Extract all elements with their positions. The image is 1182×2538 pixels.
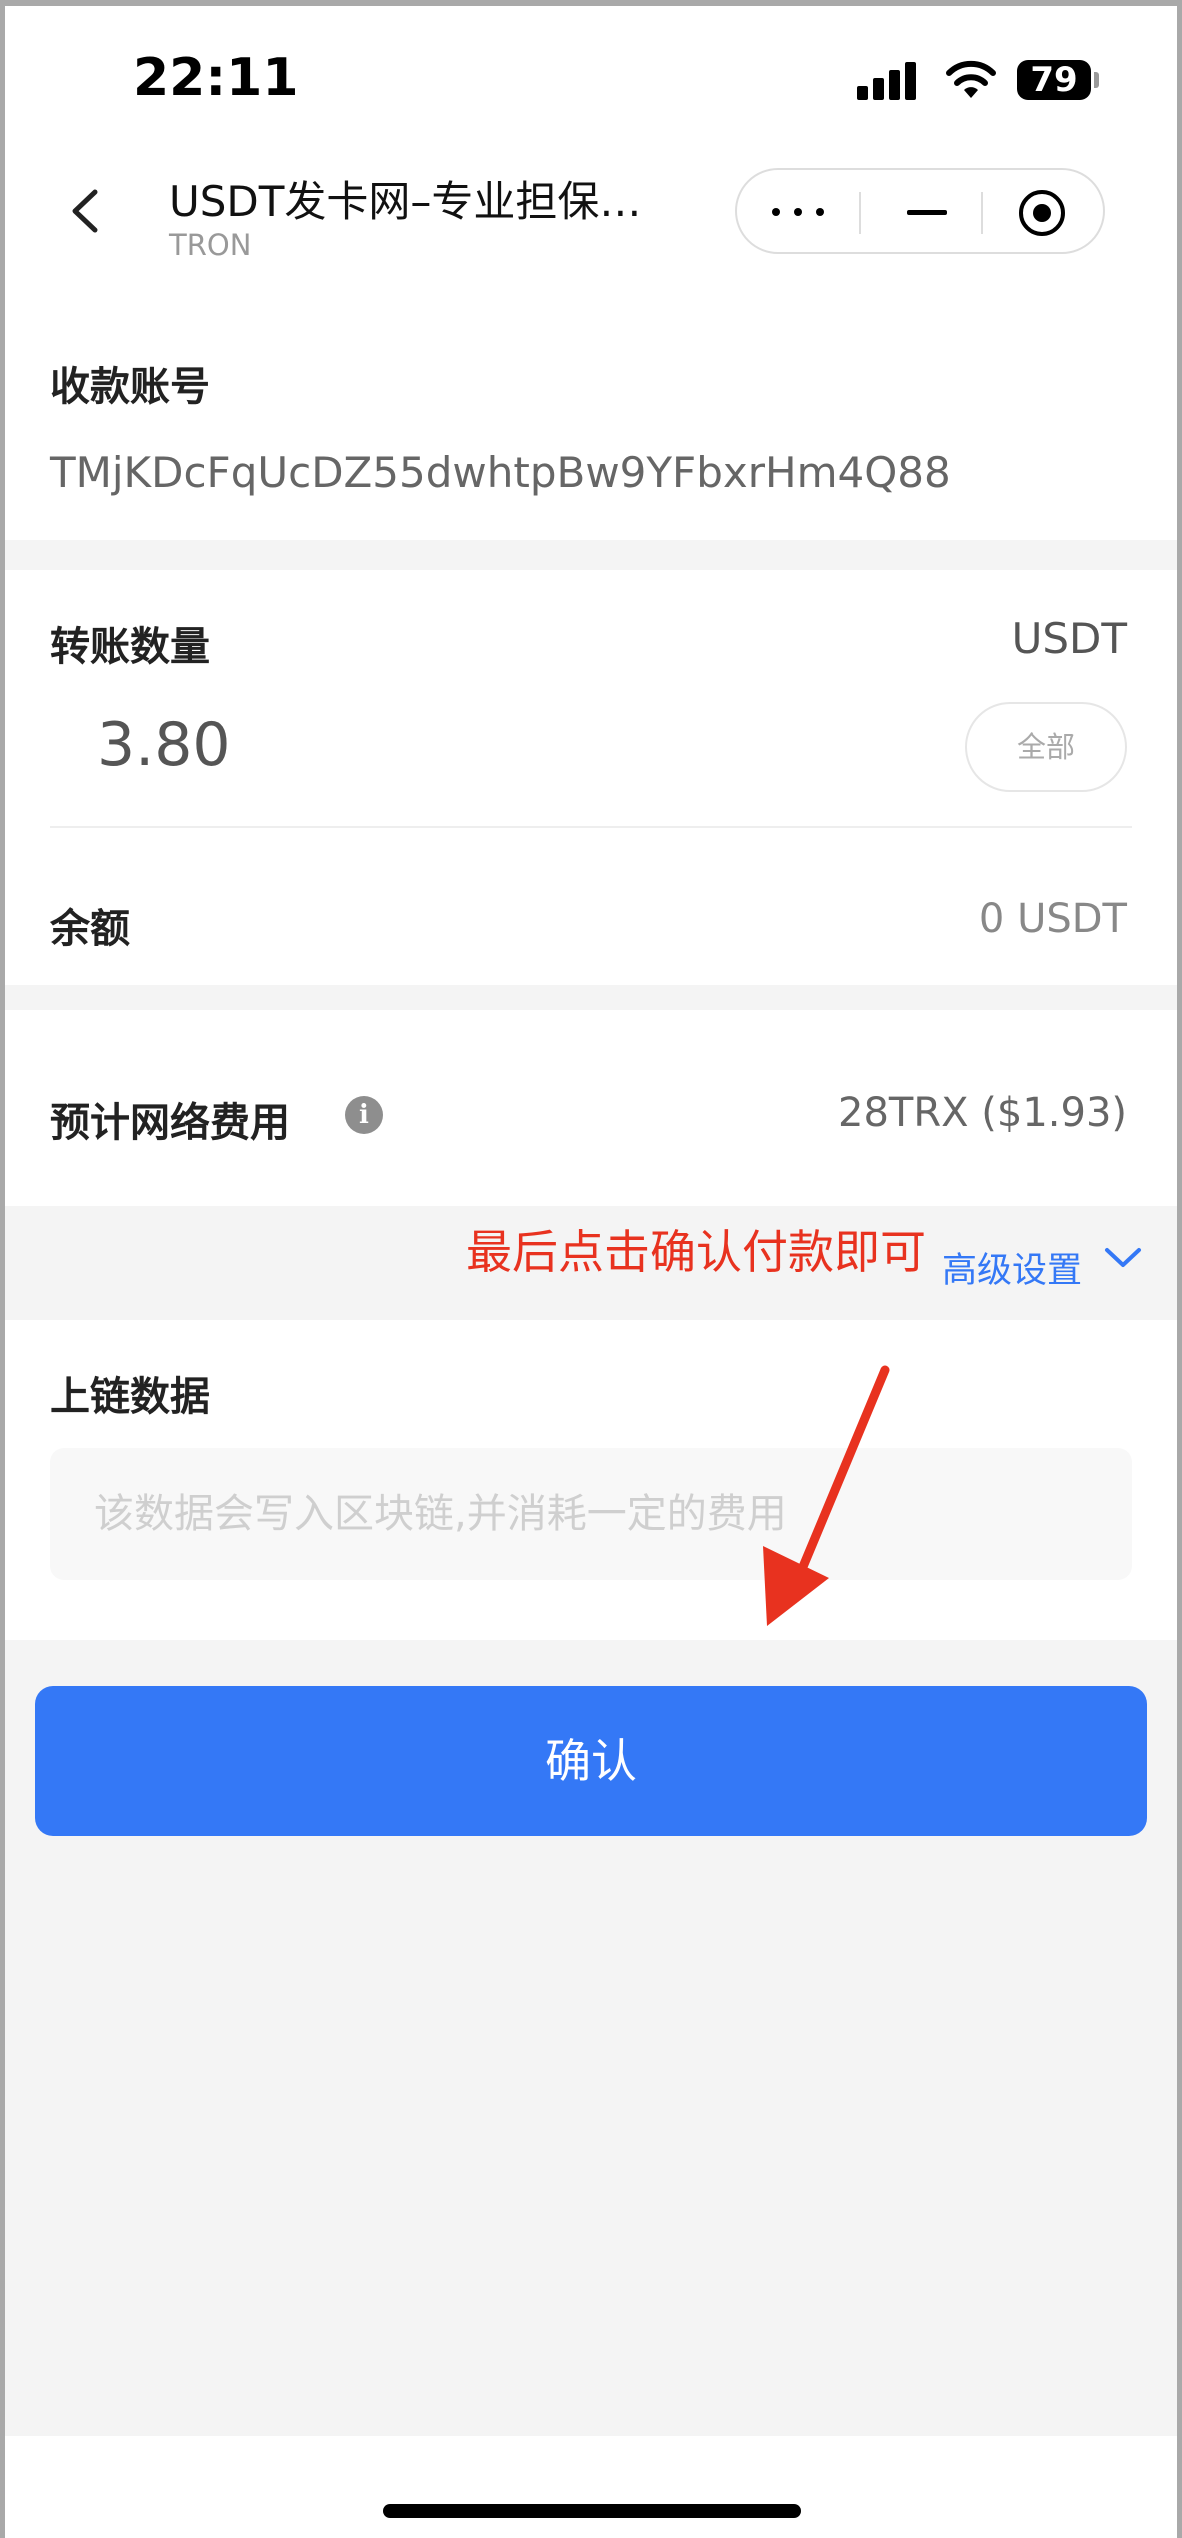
close-target-icon[interactable] xyxy=(1019,190,1065,236)
receiver-label: 收款账号 xyxy=(50,364,210,410)
page-subtitle: TRON xyxy=(169,228,252,262)
advanced-row: 最后点击确认付款即可 高级设置 xyxy=(5,1206,1177,1320)
transfer-label: 转账数量 xyxy=(50,624,210,670)
status-time: 22:11 xyxy=(133,48,299,108)
balance-label: 余额 xyxy=(50,906,130,952)
home-indicator xyxy=(383,2504,801,2518)
bottom-area xyxy=(5,2436,1177,2538)
fee-card: 预计网络费用 i 28TRX ($1.93) xyxy=(5,1010,1177,1206)
divider xyxy=(50,826,1132,828)
receiver-address: TMjKDcFqUcDZ55dwhtpBw9YFbxrHm4Q88 xyxy=(50,448,951,497)
top-bar: 22:11 79 USDT发卡网–专业担保… TRON xyxy=(5,6,1177,306)
chain-data-card: 上链数据 xyxy=(5,1320,1177,1640)
all-button[interactable]: 全部 xyxy=(965,702,1127,792)
receiver-card: 收款账号 TMjKDcFqUcDZ55dwhtpBw9YFbxrHm4Q88 xyxy=(5,306,1177,540)
transfer-unit: USDT xyxy=(1011,614,1127,663)
chain-data-label: 上链数据 xyxy=(50,1374,210,1420)
screen: 22:11 79 USDT发卡网–专业担保… TRON 收款账号 TMjKDcF… xyxy=(5,6,1177,2538)
transfer-card: 转账数量 USDT 3.80 全部 余额 0 USDT xyxy=(5,570,1177,985)
minimize-icon[interactable] xyxy=(907,210,947,215)
info-icon[interactable]: i xyxy=(345,1096,383,1134)
instruction-annotation: 最后点击确认付款即可 xyxy=(466,1225,926,1279)
amount-input[interactable]: 3.80 xyxy=(97,710,231,780)
wifi-icon xyxy=(946,60,996,98)
page-title: USDT发卡网–专业担保… xyxy=(169,177,642,226)
mini-program-capsule xyxy=(735,168,1105,254)
back-chevron-icon[interactable] xyxy=(65,186,109,236)
more-icon[interactable] xyxy=(772,208,824,218)
battery-icon: 79 xyxy=(1017,60,1099,100)
red-arrow-icon xyxy=(763,1365,890,1626)
chevron-down-icon[interactable] xyxy=(1103,1246,1143,1270)
advanced-settings-link[interactable]: 高级设置 xyxy=(942,1242,1082,1293)
chain-data-input[interactable] xyxy=(50,1448,1132,1580)
signal-icon xyxy=(857,62,921,100)
status-icons: 79 xyxy=(857,58,1099,108)
balance-value: 0 USDT xyxy=(978,896,1127,942)
confirm-button[interactable]: 确认 xyxy=(35,1686,1147,1836)
fee-label: 预计网络费用 xyxy=(50,1100,290,1146)
fee-value: 28TRX ($1.93) xyxy=(838,1090,1127,1136)
